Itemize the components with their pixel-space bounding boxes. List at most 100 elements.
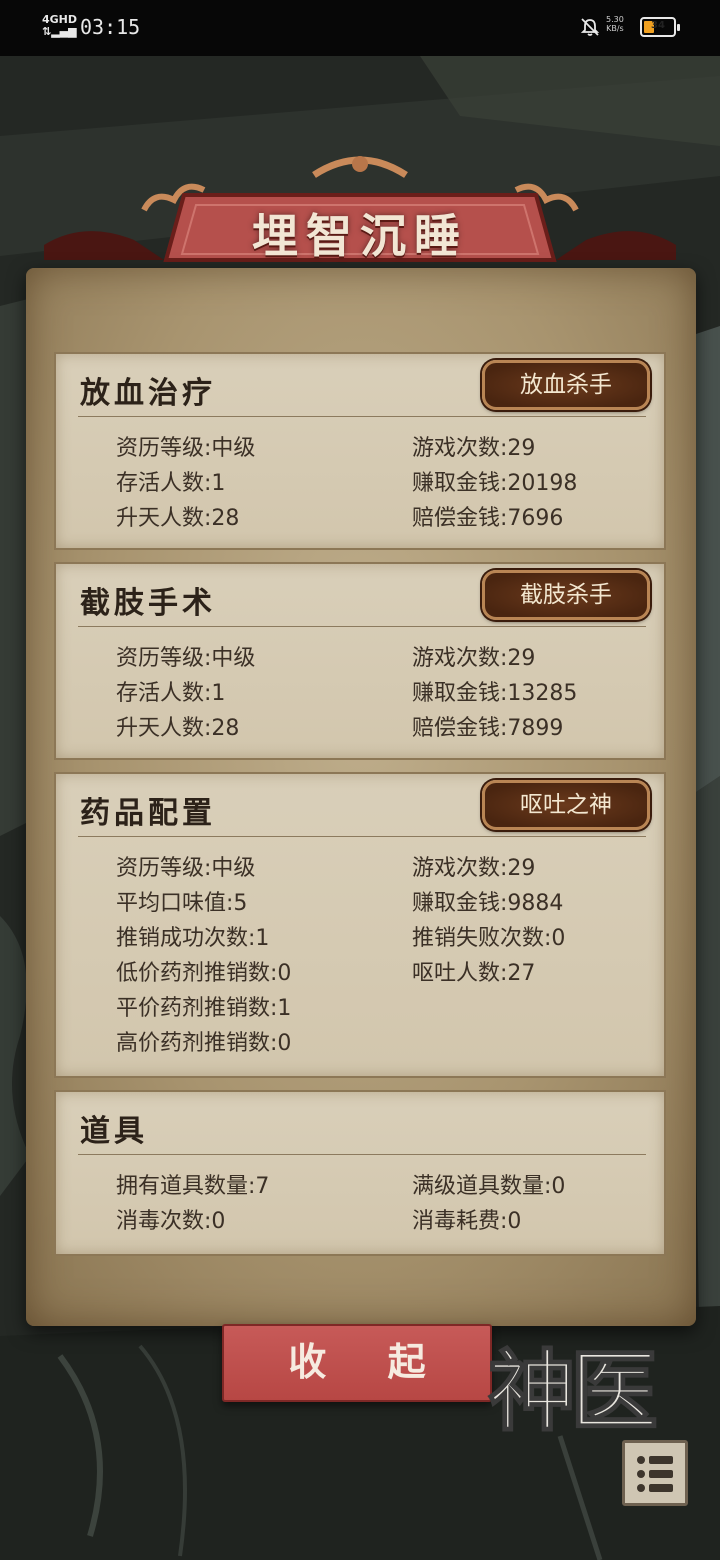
stat-label: 消毒耗费:	[412, 1209, 508, 1234]
stat-item: 低价药剂推销数:0	[116, 955, 291, 987]
stat-item: 资历等级:中级	[116, 640, 255, 672]
stat-item: 赚取金钱:20198	[412, 465, 577, 497]
stat-item: 消毒次数:0	[116, 1203, 225, 1235]
speed-unit: KB/s	[606, 24, 624, 33]
divider	[78, 836, 646, 837]
status-bar: 4GHD ⇅▂▄▆ 03:15 5.30 KB/s 34	[0, 0, 720, 56]
stat-item: 升天人数:28	[116, 500, 239, 532]
stat-item: 资历等级:中级	[116, 430, 255, 462]
stat-value: 9884	[507, 891, 564, 916]
stat-label: 低价药剂推销数:	[116, 961, 278, 986]
stat-item: 赚取金钱:9884	[412, 885, 563, 917]
stat-label: 赚取金钱:	[412, 891, 508, 916]
battery-icon: 34	[640, 17, 680, 37]
stat-label: 资历等级:	[116, 856, 212, 881]
divider	[78, 416, 646, 417]
stat-item: 游戏次数:29	[412, 850, 535, 882]
stat-label: 呕吐人数:	[412, 961, 508, 986]
battery-percent: 34	[651, 20, 665, 31]
stat-item: 赚取金钱:13285	[412, 675, 577, 707]
logo-text: 神医	[488, 1339, 656, 1440]
stat-value: 0	[277, 961, 292, 986]
section-title: 道具	[80, 1114, 148, 1149]
stat-label: 资历等级:	[116, 646, 212, 671]
stat-value: 7	[255, 1174, 270, 1199]
stat-label: 高价药剂推销数:	[116, 1031, 278, 1056]
stat-label: 游戏次数:	[412, 646, 508, 671]
section-title: 截肢手术	[80, 586, 216, 621]
stat-label: 赚取金钱:	[412, 471, 508, 496]
stat-item: 呕吐人数:27	[412, 955, 535, 987]
game-logo: 神医	[487, 1338, 663, 1440]
stat-label: 推销失败次数:	[412, 926, 552, 951]
stat-item: 资历等级:中级	[116, 850, 255, 882]
stat-item: 存活人数:1	[116, 675, 225, 707]
stat-item: 升天人数:28	[116, 710, 239, 742]
stat-item: 推销成功次数:1	[116, 920, 269, 952]
divider	[78, 1154, 646, 1155]
menu-button[interactable]	[622, 1440, 688, 1506]
collapse-button[interactable]: 收 起	[222, 1324, 492, 1402]
achievement-badge: 截肢杀手	[482, 570, 650, 620]
stat-value: 29	[507, 856, 536, 881]
network-indicator: 4GHD ⇅▂▄▆	[42, 14, 77, 38]
stat-value: 28	[211, 506, 240, 531]
page-title: 埋智沉睡	[252, 209, 468, 263]
section-title: 放血治疗	[80, 376, 216, 411]
stat-label: 游戏次数:	[412, 856, 508, 881]
stat-value: 29	[507, 436, 536, 461]
stat-value: 0	[211, 1209, 226, 1234]
stat-value: 0	[277, 1031, 292, 1056]
stat-label: 存活人数:	[116, 471, 212, 496]
stat-value: 1	[211, 471, 226, 496]
battery-tip	[677, 24, 680, 31]
stat-label: 赚取金钱:	[412, 681, 508, 706]
stat-value: 中级	[211, 856, 256, 881]
stat-value: 0	[507, 1209, 522, 1234]
list-menu-icon	[637, 1456, 673, 1492]
stat-item: 游戏次数:29	[412, 430, 535, 462]
bell-off-icon	[580, 18, 600, 36]
stat-item: 赔偿金钱:7899	[412, 710, 563, 742]
stat-label: 赔偿金钱:	[412, 506, 508, 531]
stat-item: 拥有道具数量:7	[116, 1168, 269, 1200]
section-title: 药品配置	[80, 796, 216, 831]
stat-label: 赔偿金钱:	[412, 716, 508, 741]
stat-item: 满级道具数量:0	[412, 1168, 565, 1200]
clock: 03:15	[80, 15, 141, 39]
stat-value: 7696	[507, 506, 564, 531]
stat-label: 拥有道具数量:	[116, 1174, 256, 1199]
stat-item: 推销失败次数:0	[412, 920, 565, 952]
stat-value: 1	[211, 681, 226, 706]
stat-value: 中级	[211, 436, 256, 461]
section-bloodletting: 放血治疗 放血杀手 资历等级:中级 存活人数:1 升天人数:28 游戏次数:29…	[54, 352, 666, 550]
stat-value: 20198	[507, 471, 578, 496]
divider	[78, 626, 646, 627]
speed-value: 5.30	[606, 15, 624, 24]
stat-label: 消毒次数:	[116, 1209, 212, 1234]
stat-value: 13285	[507, 681, 578, 706]
stat-item: 消毒耗费:0	[412, 1203, 521, 1235]
stat-value: 7899	[507, 716, 564, 741]
stat-value: 0	[551, 926, 566, 951]
stat-label: 升天人数:	[116, 716, 212, 741]
stat-label: 存活人数:	[116, 681, 212, 706]
stat-label: 资历等级:	[116, 436, 212, 461]
stat-label: 平均口味值:	[116, 891, 234, 916]
stat-value: 5	[233, 891, 248, 916]
stat-item: 存活人数:1	[116, 465, 225, 497]
stat-value: 1	[277, 996, 292, 1021]
stat-value: 中级	[211, 646, 256, 671]
stat-value: 29	[507, 646, 536, 671]
stat-item: 高价药剂推销数:0	[116, 1025, 291, 1057]
stat-value: 27	[507, 961, 536, 986]
stat-item: 平均口味值:5	[116, 885, 247, 917]
stat-label: 推销成功次数:	[116, 926, 256, 951]
section-medicine: 药品配置 呕吐之神 资历等级:中级 平均口味值:5 推销成功次数:1 低价药剂推…	[54, 772, 666, 1078]
stat-item: 赔偿金钱:7696	[412, 500, 563, 532]
stat-label: 平价药剂推销数:	[116, 996, 278, 1021]
stat-label: 游戏次数:	[412, 436, 508, 461]
stat-label: 满级道具数量:	[412, 1174, 552, 1199]
achievement-badge: 放血杀手	[482, 360, 650, 410]
stat-label: 升天人数:	[116, 506, 212, 531]
